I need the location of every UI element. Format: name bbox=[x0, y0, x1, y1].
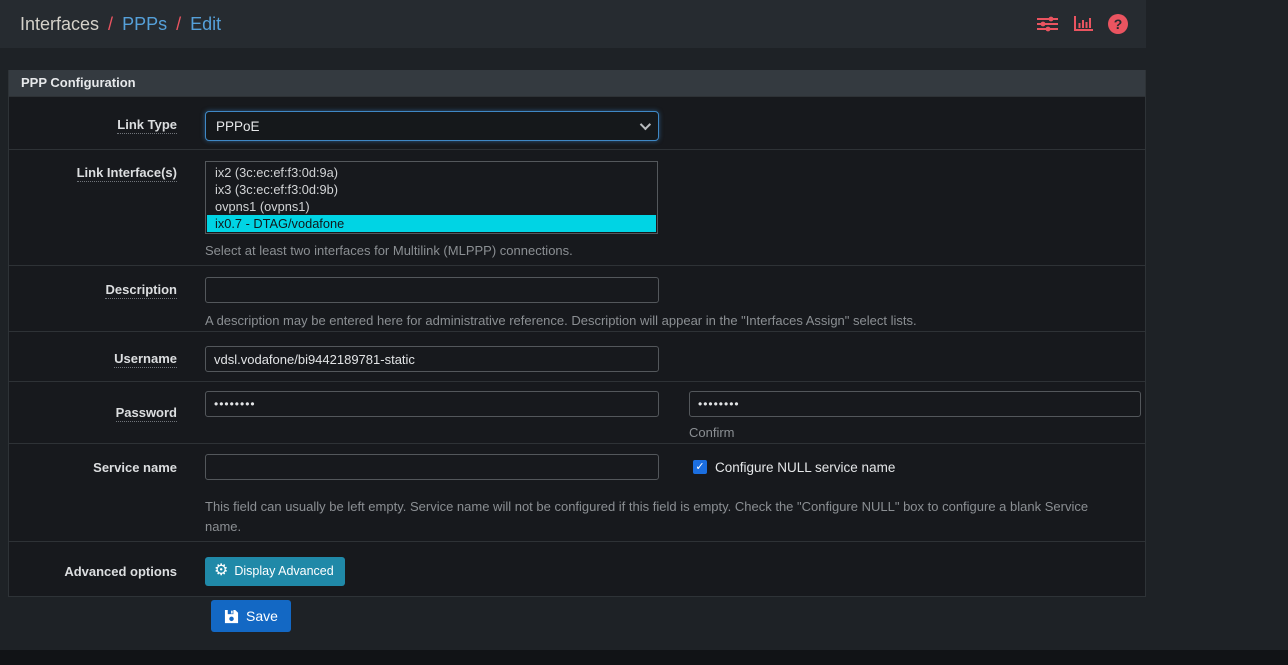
sliders-icon[interactable] bbox=[1036, 13, 1058, 35]
service-name-help: This field can usually be left empty. Se… bbox=[205, 497, 1110, 537]
link-interfaces-listbox[interactable]: ix2 (3c:ec:ef:f3:0d:9a) ix3 (3c:ec:ef:f3… bbox=[205, 161, 658, 234]
pfsense-ppp-edit-screen: Interfaces / PPPs / Edit bbox=[0, 0, 1288, 665]
configure-null-label: Configure NULL service name bbox=[715, 460, 895, 475]
breadcrumb-separator: / bbox=[176, 14, 181, 35]
breadcrumb-ppps-link[interactable]: PPPs bbox=[122, 14, 167, 35]
breadcrumb-edit-link[interactable]: Edit bbox=[190, 14, 221, 35]
breadcrumb-separator: / bbox=[108, 14, 113, 35]
save-button[interactable]: Save bbox=[211, 600, 291, 632]
link-type-select[interactable]: PPPoE bbox=[205, 111, 659, 141]
interface-option-ix3[interactable]: ix3 (3c:ec:ef:f3:0d:9b) bbox=[207, 181, 656, 198]
password-input[interactable] bbox=[205, 391, 659, 417]
configure-null-checkbox[interactable]: ✓ bbox=[693, 460, 707, 474]
description-input[interactable] bbox=[205, 277, 659, 303]
breadcrumb: Interfaces / PPPs / Edit bbox=[20, 14, 221, 35]
link-type-selected-value: PPPoE bbox=[216, 119, 640, 134]
help-icon[interactable]: ? bbox=[1108, 14, 1128, 34]
topbar-icon-group: ? bbox=[1036, 13, 1128, 35]
panel-title: PPP Configuration bbox=[9, 70, 1145, 96]
bar-chart-icon[interactable] bbox=[1072, 13, 1094, 35]
service-name-input[interactable] bbox=[205, 454, 659, 480]
interface-option-ovpns1[interactable]: ovpns1 (ovpns1) bbox=[207, 198, 656, 215]
service-name-row: Service name ✓ Configure NULL service na… bbox=[9, 443, 1145, 541]
interface-option-ix0-7-selected[interactable]: ix0.7 - DTAG/vodafone bbox=[207, 215, 656, 232]
ppp-configuration-panel: PPP Configuration Link Type PPPoE Link I… bbox=[8, 70, 1146, 597]
link-type-label: Link Type bbox=[117, 117, 177, 134]
breadcrumb-interfaces[interactable]: Interfaces bbox=[20, 14, 99, 35]
chevron-down-icon bbox=[640, 119, 651, 130]
link-type-row: Link Type PPPoE bbox=[9, 96, 1145, 149]
username-row: Username bbox=[9, 331, 1145, 381]
gear-icon: ⚙ bbox=[214, 564, 228, 578]
save-icon bbox=[224, 609, 239, 624]
password-label: Password bbox=[116, 405, 177, 422]
confirm-label: Confirm bbox=[689, 423, 1141, 443]
link-interfaces-help: Select at least two interfaces for Multi… bbox=[205, 241, 1145, 261]
display-advanced-button-label: Display Advanced bbox=[234, 564, 333, 578]
description-help: A description may be entered here for ad… bbox=[205, 311, 1145, 331]
top-navigation-bar: Interfaces / PPPs / Edit bbox=[0, 0, 1146, 48]
username-input[interactable] bbox=[205, 346, 659, 372]
display-advanced-button[interactable]: ⚙ Display Advanced bbox=[205, 557, 345, 586]
save-button-label: Save bbox=[246, 608, 278, 624]
description-label: Description bbox=[105, 282, 177, 299]
description-row: Description A description may be entered… bbox=[9, 265, 1145, 331]
link-interfaces-row: Link Interface(s) ix2 (3c:ec:ef:f3:0d:9a… bbox=[9, 149, 1145, 265]
advanced-options-label: Advanced options bbox=[64, 564, 177, 579]
interface-option-ix2[interactable]: ix2 (3c:ec:ef:f3:0d:9a) bbox=[207, 164, 656, 181]
service-name-label: Service name bbox=[93, 460, 177, 475]
configure-null-checkbox-group[interactable]: ✓ Configure NULL service name bbox=[693, 460, 895, 475]
link-interfaces-label: Link Interface(s) bbox=[77, 165, 177, 182]
username-label: Username bbox=[114, 351, 177, 368]
password-row: Password Confirm bbox=[9, 381, 1145, 443]
advanced-options-row: Advanced options ⚙ Display Advanced bbox=[9, 541, 1145, 596]
password-confirm-input[interactable] bbox=[689, 391, 1141, 417]
footer-strip bbox=[0, 650, 1288, 665]
form-actions: Save bbox=[211, 600, 291, 632]
